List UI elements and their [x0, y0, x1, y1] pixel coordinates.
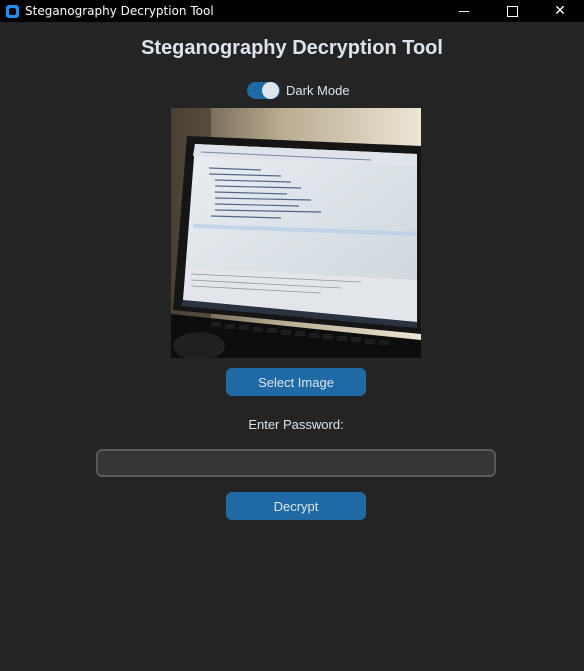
- window-titlebar: Steganography Decryption Tool ✕: [0, 0, 584, 22]
- minimize-button[interactable]: [440, 0, 488, 22]
- toggle-switch[interactable]: [247, 81, 280, 99]
- close-button[interactable]: ✕: [536, 0, 584, 22]
- close-icon: ✕: [554, 3, 566, 19]
- dark-mode-toggle[interactable]: Dark Mode: [247, 80, 350, 100]
- image-preview-photo: [171, 108, 421, 358]
- toggle-label: Dark Mode: [286, 82, 350, 98]
- select-image-button[interactable]: Select Image: [226, 368, 366, 396]
- toggle-knob: [262, 81, 279, 99]
- maximize-button[interactable]: [488, 0, 536, 22]
- password-input[interactable]: [96, 449, 496, 477]
- maximize-icon: [506, 5, 518, 17]
- password-label: Enter Password:: [248, 417, 344, 432]
- app-icon: [6, 4, 19, 18]
- window-title: Steganography Decryption Tool: [25, 4, 214, 18]
- decrypt-button[interactable]: Decrypt: [226, 492, 366, 520]
- page-title: Steganography Decryption Tool: [141, 37, 443, 59]
- minimize-icon: [459, 10, 469, 12]
- window-controls: ✕: [440, 0, 584, 22]
- image-preview: [171, 108, 421, 358]
